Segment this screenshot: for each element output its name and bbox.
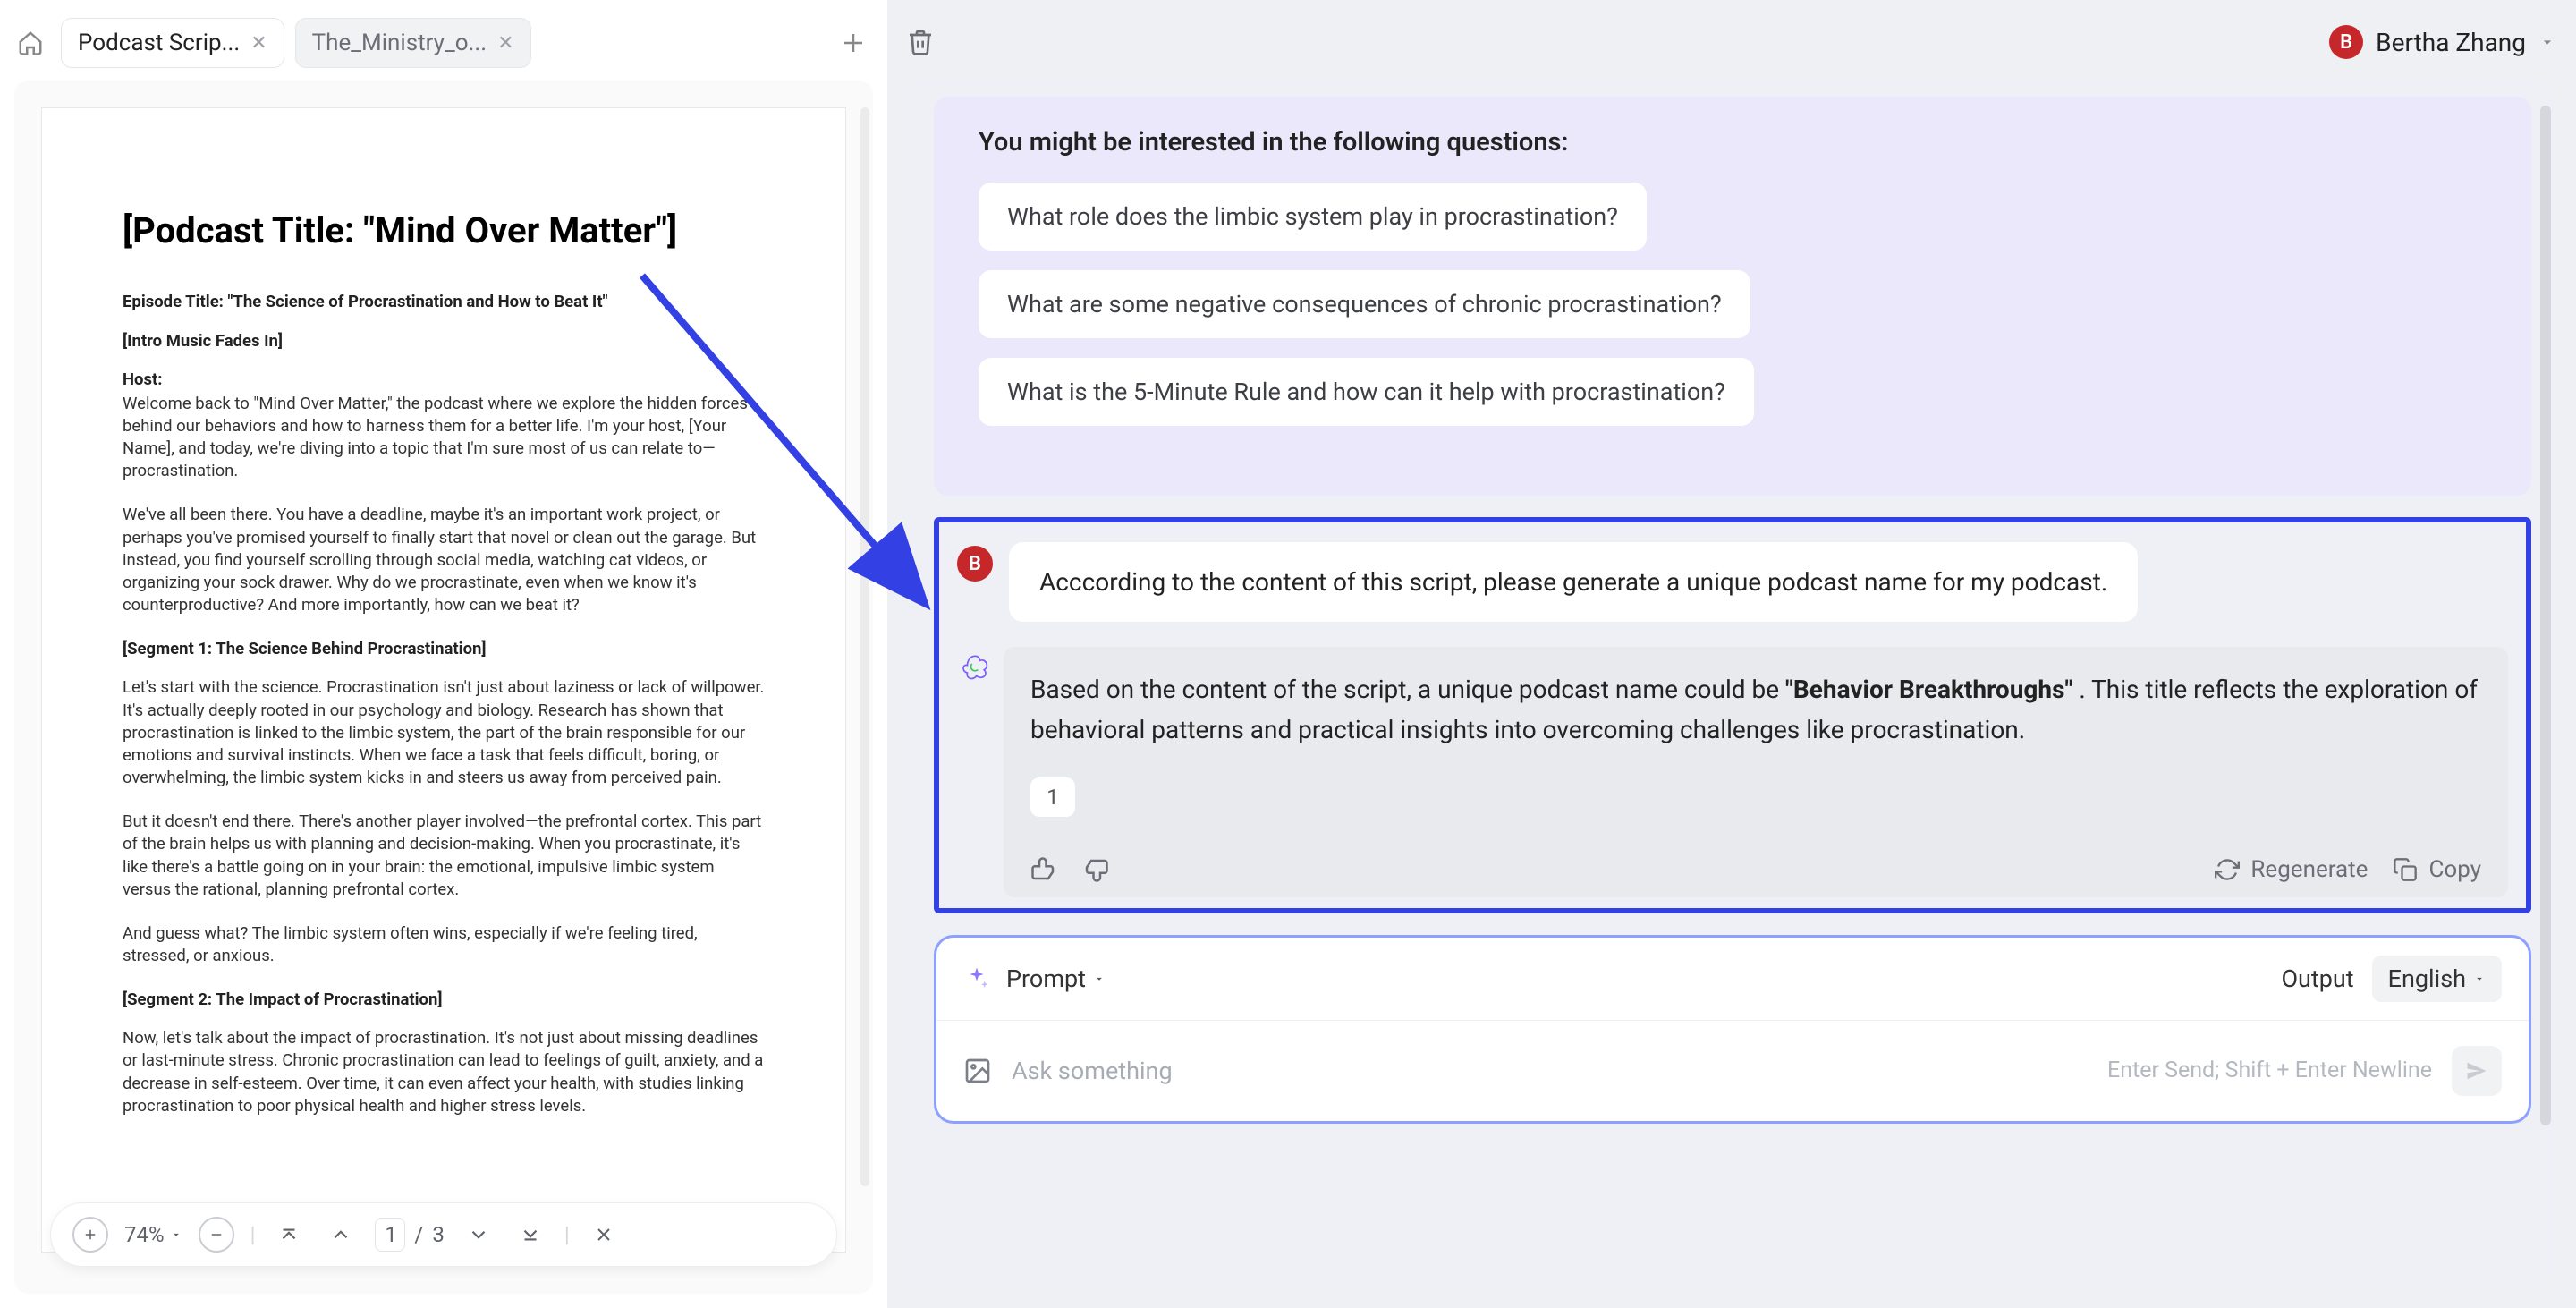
separator: | <box>564 1222 570 1247</box>
paragraph: Now, let's talk about the impact of proc… <box>123 1027 765 1117</box>
ai-message: Based on the content of the script, a un… <box>1004 647 2508 897</box>
thumbs-up-button[interactable] <box>1030 856 1057 883</box>
tab-bar: Podcast Scrip... ✕ The_Ministry_o... ✕ <box>14 18 873 68</box>
tab-podcast-script[interactable]: Podcast Scrip... ✕ <box>61 18 284 68</box>
output-label: Output <box>2281 964 2353 993</box>
zoom-value: 74% <box>124 1222 165 1247</box>
avatar: B <box>2329 25 2363 59</box>
copy-label: Copy <box>2428 856 2481 883</box>
document-page: [Podcast Title: "Mind Over Matter"] Epis… <box>41 107 846 1253</box>
paragraph: Let's start with the science. Procrastin… <box>123 676 765 789</box>
paragraph: And guess what? The limbic system often … <box>123 922 765 967</box>
page-total: 3 <box>432 1222 445 1247</box>
zoom-level[interactable]: 74% <box>124 1222 182 1247</box>
doc-title: [Podcast Title: "Mind Over Matter"] <box>123 207 765 255</box>
close-toolbar-button[interactable] <box>586 1217 622 1253</box>
home-icon[interactable] <box>14 27 47 59</box>
close-icon[interactable]: ✕ <box>250 32 267 55</box>
send-button[interactable] <box>2452 1046 2502 1096</box>
prev-page-button[interactable] <box>323 1217 359 1253</box>
paragraph: We've all been there. You have a deadlin… <box>123 504 765 616</box>
suggestion-chip[interactable]: What role does the limbic system play in… <box>979 183 1647 251</box>
tab-ministry[interactable]: The_Ministry_o... ✕ <box>295 18 531 68</box>
ai-actions: Regenerate Copy <box>1030 856 2481 883</box>
language-value: English <box>2388 964 2466 993</box>
close-icon[interactable]: ✕ <box>497 32 513 55</box>
prompt-label-text: Prompt <box>1006 964 1086 993</box>
prompt-top: Prompt Output English <box>936 938 2529 1021</box>
ai-text-bold: "Behavior Breakthroughs" <box>1785 675 2072 704</box>
segment-2-label: [Segment 2: The Impact of Procrastinatio… <box>123 989 765 1011</box>
add-tab-button[interactable] <box>834 23 873 63</box>
suggestions-card: You might be interested in the following… <box>934 97 2531 496</box>
paragraph: Welcome back to "Mind Over Matter," the … <box>123 393 765 483</box>
host-label: Host: <box>123 369 765 391</box>
chat-header: B Bertha Zhang <box>902 18 2556 66</box>
intro-label: [Intro Music Fades In] <box>123 330 765 352</box>
episode-title: Episode Title: "The Science of Procrasti… <box>123 291 765 313</box>
chevron-down-icon <box>2538 33 2556 51</box>
tab-label: Podcast Scrip... <box>78 30 240 56</box>
chevron-down-icon <box>1093 973 1106 985</box>
separator: | <box>250 1222 256 1247</box>
chevron-down-icon <box>170 1228 182 1241</box>
ai-avatar <box>957 650 993 686</box>
chevron-down-icon <box>2473 973 2486 985</box>
thumbs-down-button[interactable] <box>1082 856 1109 883</box>
paragraph: But it doesn't end there. There's anothe… <box>123 811 765 901</box>
page-current-input[interactable]: 1 <box>375 1218 405 1252</box>
document-toolbar: 74% | 1 / 3 <box>50 1202 837 1267</box>
tab-label: The_Ministry_o... <box>312 30 487 56</box>
suggestion-chip[interactable]: What are some negative consequences of c… <box>979 270 1750 338</box>
input-hint: Enter Send; Shift + Enter Newline <box>2107 1057 2432 1083</box>
highlighted-exchange: B Acccording to the content of this scri… <box>934 517 2531 913</box>
segment-1-label: [Segment 1: The Science Behind Procrasti… <box>123 638 765 660</box>
prompt-input-row: Ask something Enter Send; Shift + Enter … <box>936 1021 2529 1121</box>
scrollbar[interactable] <box>860 107 869 1186</box>
ai-text-pre: Based on the content of the script, a un… <box>1030 675 1785 704</box>
regenerate-button[interactable]: Regenerate <box>2215 856 2368 883</box>
language-dropdown[interactable]: English <box>2372 956 2502 1002</box>
prompt-bar: Prompt Output English Ask something Ente… <box>934 935 2531 1124</box>
image-icon[interactable] <box>963 1057 992 1085</box>
prompt-input[interactable]: Ask something <box>1012 1057 2088 1085</box>
last-page-button[interactable] <box>513 1217 548 1253</box>
prompt-dropdown[interactable]: Prompt <box>1006 964 1106 993</box>
ai-message-row: Based on the content of the script, a un… <box>957 647 2508 897</box>
zoom-out-button[interactable] <box>199 1217 234 1253</box>
chat-area: You might be interested in the following… <box>902 77 2556 1288</box>
zoom-in-button[interactable] <box>72 1217 108 1253</box>
next-page-button[interactable] <box>461 1217 496 1253</box>
variant-chip[interactable]: 1 <box>1030 777 1075 817</box>
suggestions-title: You might be interested in the following… <box>979 127 2504 157</box>
copy-button[interactable]: Copy <box>2393 856 2481 883</box>
page-indicator: 1 / 3 <box>375 1218 444 1252</box>
ai-logo-icon <box>960 653 990 684</box>
page-sep: / <box>414 1222 423 1247</box>
user-message-row: B Acccording to the content of this scri… <box>957 542 2508 622</box>
suggestion-chip[interactable]: What is the 5-Minute Rule and how can it… <box>979 358 1754 426</box>
placeholder-text: Ask something <box>1012 1057 1173 1085</box>
sparkle-icon <box>963 965 990 992</box>
first-page-button[interactable] <box>271 1217 307 1253</box>
document-viewport: [Podcast Title: "Mind Over Matter"] Epis… <box>14 81 873 1294</box>
trash-icon[interactable] <box>902 23 939 61</box>
scrollbar[interactable] <box>2540 106 2551 1125</box>
avatar: B <box>957 546 993 582</box>
user-menu[interactable]: B Bertha Zhang <box>2329 25 2556 59</box>
ai-text: Based on the content of the script, a un… <box>1030 670 2481 751</box>
user-name: Bertha Zhang <box>2376 28 2526 57</box>
regenerate-label: Regenerate <box>2250 856 2368 883</box>
user-message: Acccording to the content of this script… <box>1009 542 2138 622</box>
